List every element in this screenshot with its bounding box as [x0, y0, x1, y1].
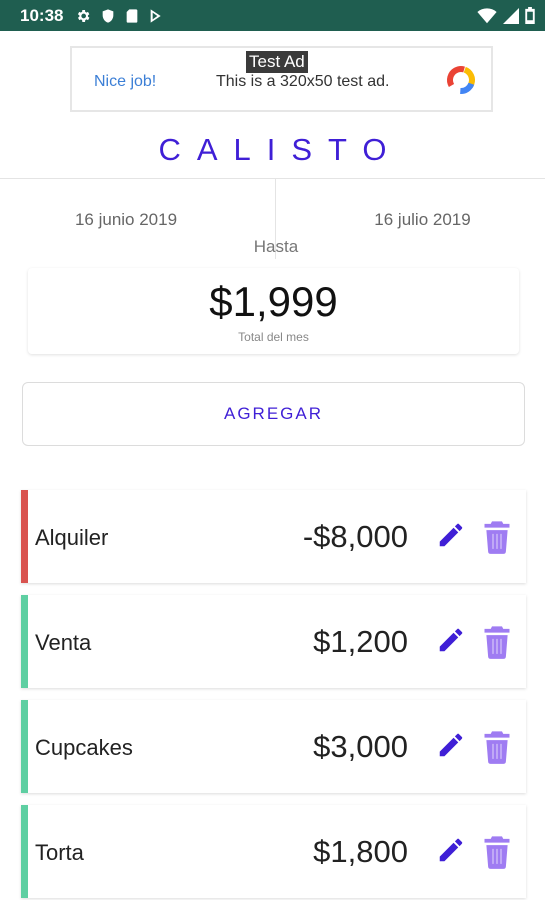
- status-bar: 10:38: [0, 0, 545, 31]
- add-button[interactable]: AGREGAR: [22, 382, 525, 446]
- edit-icon[interactable]: [436, 625, 466, 655]
- transaction-amount: $3,000: [313, 729, 408, 764]
- wifi-icon: [477, 7, 497, 23]
- transaction-row[interactable]: Cupcakes $3,000: [21, 700, 526, 793]
- app-title: CALISTO: [158, 132, 403, 167]
- transaction-name: Cupcakes: [35, 735, 133, 760]
- delete-icon[interactable]: [482, 730, 512, 764]
- transaction-row[interactable]: Venta $1,200: [21, 595, 526, 688]
- date-to[interactable]: 16 julio 2019: [300, 210, 545, 230]
- ad-logo-icon: [447, 66, 475, 95]
- transaction-name: Venta: [35, 630, 92, 655]
- transaction-list: Alquiler -$8,000 Venta $1,200 Cupcakes $…: [21, 490, 526, 900]
- transaction-row[interactable]: Torta $1,800: [21, 805, 526, 898]
- ad-text: This is a 320x50 test ad.: [216, 73, 390, 90]
- status-icons-right: [477, 7, 535, 24]
- expense-indicator: [21, 490, 28, 583]
- transaction-amount: $1,800: [313, 834, 408, 869]
- sd-card-icon: [127, 8, 138, 23]
- header-divider: [0, 178, 545, 179]
- income-indicator: [21, 595, 28, 688]
- status-time: 10:38: [20, 5, 64, 25]
- transaction-row[interactable]: Alquiler -$8,000: [21, 490, 526, 583]
- delete-icon[interactable]: [482, 520, 512, 554]
- income-indicator: [21, 805, 28, 898]
- date-from[interactable]: 16 junio 2019: [0, 210, 252, 230]
- transaction-name: Torta: [35, 840, 84, 865]
- shield-icon: [103, 8, 114, 23]
- status-icons-left: [75, 8, 164, 24]
- total-amount: $1,999: [209, 278, 338, 325]
- gear-icon: [78, 9, 90, 22]
- total-caption: Total del mes: [238, 330, 309, 344]
- income-indicator: [21, 700, 28, 793]
- transaction-amount: -$8,000: [302, 519, 408, 554]
- battery-icon: [525, 7, 535, 24]
- signal-icon: [503, 7, 519, 24]
- edit-icon[interactable]: [436, 835, 466, 865]
- total-card: $1,999 Total del mes: [28, 268, 519, 354]
- transaction-name: Alquiler: [35, 525, 109, 550]
- ad-label: Test Ad: [246, 51, 308, 73]
- play-store-icon: [151, 8, 162, 23]
- delete-icon[interactable]: [482, 625, 512, 659]
- delete-icon[interactable]: [482, 835, 512, 869]
- edit-icon[interactable]: [436, 520, 466, 550]
- until-label: Hasta: [253, 237, 299, 256]
- ad-nice-text: Nice job!: [94, 73, 157, 90]
- edit-icon[interactable]: [436, 730, 466, 760]
- transaction-amount: $1,200: [313, 624, 408, 659]
